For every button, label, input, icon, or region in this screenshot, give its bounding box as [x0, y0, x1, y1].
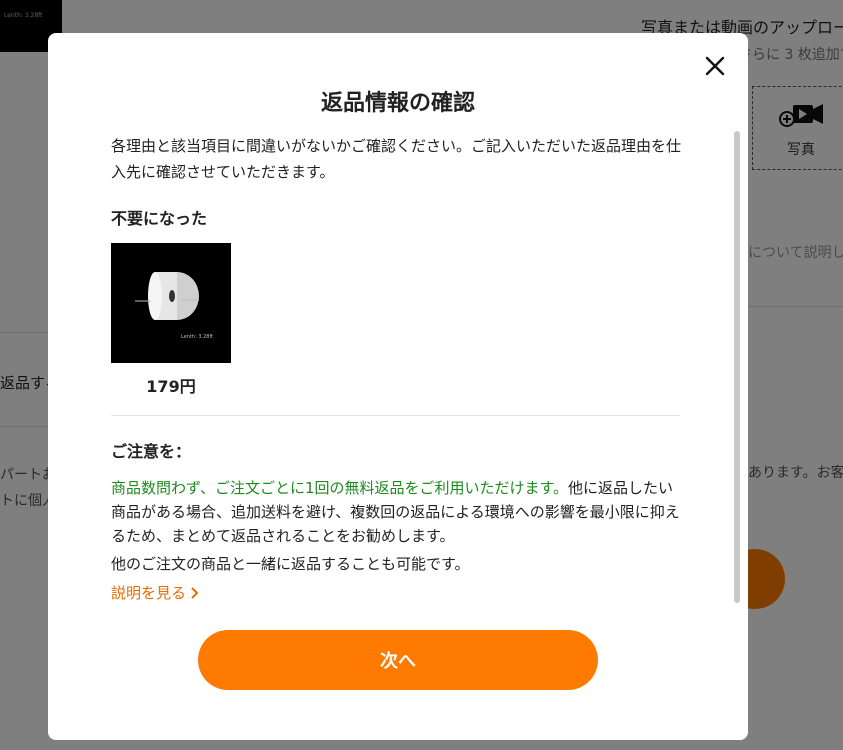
- intro-text: 各理由と該当項目に間違いがないかご確認ください。ご記入いただいた返品理由を仕入先…: [111, 137, 682, 181]
- close-icon[interactable]: [700, 51, 730, 81]
- product-image: Lenth: 3.28ft: [111, 243, 231, 363]
- divider: [111, 415, 680, 416]
- led-strip-reel-icon: Lenth: 3.28ft: [135, 272, 213, 340]
- view-explanation-link[interactable]: 説明を見る: [111, 582, 200, 603]
- notice-heading: ご注意を：: [111, 442, 192, 461]
- next-button[interactable]: 次へ: [198, 630, 598, 690]
- scrollbar[interactable]: [734, 131, 740, 603]
- view-explanation-label: 説明を見る: [111, 584, 187, 602]
- product-price: 179円: [146, 377, 196, 396]
- product-image-caption: Lenth: 3.28ft: [181, 334, 213, 340]
- return-confirmation-dialog: 返品情報の確認 各理由と該当項目に間違いがないかご確認ください。ご記入いただいた…: [48, 33, 748, 740]
- dialog-title: 返品情報の確認: [320, 91, 475, 116]
- chevron-right-icon: [191, 586, 199, 599]
- return-reason-label: 不要になった: [111, 209, 208, 228]
- notice-text: 商品数問わず、ご注文ごとに1回の無料返品をご利用いただけます。他に返品したい商品…: [111, 476, 681, 548]
- dialog-content: 各理由と該当項目に間違いがないかご確認ください。ご記入いただいた返品理由を仕入先…: [111, 133, 681, 603]
- free-return-highlight: 商品数問わず、ご注文ごとに1回の無料返品をご利用いただけます。: [111, 479, 568, 497]
- combine-return-text: 他のご注文の商品と一緒に返品することも可能です。: [111, 555, 470, 573]
